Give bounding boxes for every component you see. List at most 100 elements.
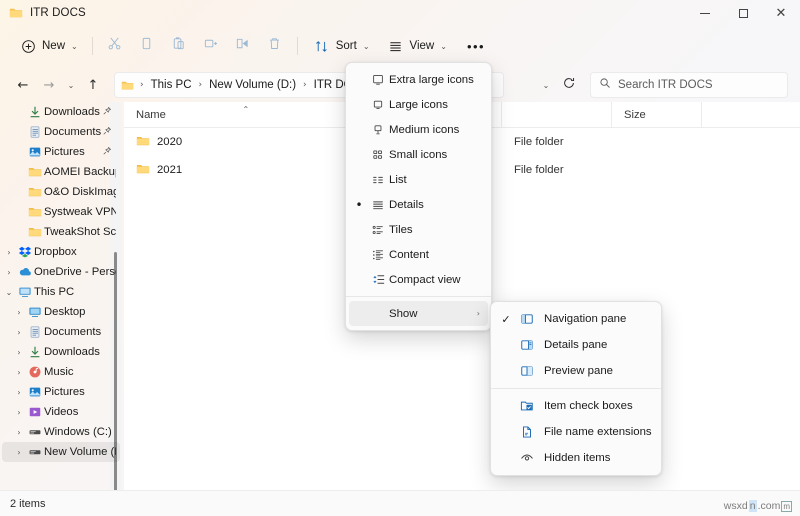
- menu-item-label: Large icons: [389, 98, 448, 111]
- chevron-right-icon[interactable]: ›: [12, 408, 26, 417]
- paste-icon: [171, 36, 186, 56]
- new-button[interactable]: New ⌄: [12, 32, 86, 60]
- menu-item-tiles[interactable]: Tiles: [349, 217, 488, 242]
- forward-button[interactable]: →: [36, 72, 62, 98]
- menu-item-large-icons[interactable]: Large icons: [349, 92, 488, 117]
- view-button-label: View: [409, 40, 435, 52]
- menu-item-list[interactable]: List: [349, 167, 488, 192]
- item-count-label: 2 items: [10, 497, 46, 510]
- view-button[interactable]: View ⌄: [380, 32, 455, 60]
- up-button[interactable]: ↑: [80, 72, 106, 98]
- menu-item-details[interactable]: • Details: [349, 192, 488, 217]
- sidebar-item-onedrive-person[interactable]: › OneDrive - Person: [2, 262, 120, 282]
- sidebar-item-downloads[interactable]: Downloads: [2, 102, 120, 122]
- sidebar-item-systweak-vpn[interactable]: Systweak VPN: [2, 202, 120, 222]
- breadcrumb-item-new-volume[interactable]: New Volume (D:): [205, 77, 300, 93]
- sidebar-item-dropbox[interactable]: › Dropbox: [2, 242, 120, 262]
- sidebar-item-new-volume-d[interactable]: › New Volume (D:: [2, 442, 120, 462]
- share-button[interactable]: [227, 32, 259, 60]
- chevron-right-icon[interactable]: ›: [12, 428, 26, 437]
- copy-button[interactable]: [131, 32, 163, 60]
- sort-button-label: Sort: [335, 40, 357, 52]
- menu-item-preview-pane[interactable]: Preview pane: [494, 358, 658, 384]
- search-input[interactable]: Search ITR DOCS: [590, 72, 788, 98]
- sidebar-item-music[interactable]: › Music: [2, 362, 120, 382]
- cut-button[interactable]: [99, 32, 131, 60]
- pin-icon[interactable]: [102, 106, 112, 118]
- chevron-right-icon[interactable]: ›: [12, 308, 26, 317]
- menu-item-medium-icons[interactable]: Medium icons: [349, 117, 488, 142]
- chevron-right-icon[interactable]: ›: [12, 328, 26, 337]
- menu-item-compact-view[interactable]: Compact view: [349, 267, 488, 292]
- small-icons-icon: [367, 148, 389, 162]
- view-dropdown-menu: Extra large icons Large icons Medium icons…: [345, 62, 492, 331]
- chevron-right-icon[interactable]: ›: [12, 448, 26, 457]
- breadcrumb-item-this-pc[interactable]: This PC: [147, 77, 196, 93]
- sidebar-item-pictures[interactable]: Pictures: [2, 142, 120, 162]
- pin-icon[interactable]: [102, 126, 112, 138]
- size-cell: [612, 128, 702, 156]
- sort-button[interactable]: Sort ⌄: [306, 32, 378, 60]
- navigation-pane: Downloads Documents Pictures AOMEI Backupp O…: [0, 102, 124, 490]
- rename-button[interactable]: [195, 32, 227, 60]
- menu-item-content[interactable]: Content: [349, 242, 488, 267]
- menu-item-small-icons[interactable]: Small icons: [349, 142, 488, 167]
- hidden-items-icon: [516, 451, 538, 465]
- extra-large-icons-icon: [367, 73, 389, 87]
- sidebar-item-o-o-diskimage[interactable]: O&O DiskImage: [2, 182, 120, 202]
- sidebar-item-documents[interactable]: Documents: [2, 122, 120, 142]
- maximize-button[interactable]: [724, 0, 762, 26]
- chevron-down-icon[interactable]: ⌄: [2, 288, 16, 297]
- sidebar-item-downloads[interactable]: › Downloads: [2, 342, 120, 362]
- sidebar-item-desktop[interactable]: › Desktop: [2, 302, 120, 322]
- refresh-button[interactable]: [556, 72, 582, 98]
- column-header-name[interactable]: Name ⌃: [124, 101, 362, 128]
- menu-item-show-label: Show: [389, 307, 418, 320]
- watermark-highlight: n: [748, 500, 757, 512]
- menu-item-show[interactable]: Show ›: [349, 301, 488, 326]
- pictures-icon: [26, 145, 44, 159]
- sidebar-item-label: OneDrive - Person: [34, 266, 116, 278]
- more-options-button[interactable]: •••: [459, 32, 493, 60]
- chevron-right-icon[interactable]: ›: [12, 388, 26, 397]
- sidebar-item-documents[interactable]: › Documents: [2, 322, 120, 342]
- column-header-size[interactable]: Size: [612, 101, 702, 128]
- thispc-icon: [16, 285, 34, 299]
- scissors-icon: [107, 36, 122, 56]
- menu-item-extra-large-icons[interactable]: Extra large icons: [349, 67, 488, 92]
- pin-icon[interactable]: [102, 146, 112, 158]
- close-button[interactable]: ✕: [762, 0, 800, 26]
- chevron-right-icon[interactable]: ›: [2, 268, 16, 277]
- menu-item-item-check-boxes[interactable]: Item check boxes: [494, 393, 658, 419]
- menu-item-hidden-items[interactable]: Hidden items: [494, 445, 658, 471]
- sidebar-item-label: Downloads: [44, 106, 100, 118]
- menu-item-file-name-extensions[interactable]: File name extensions: [494, 419, 658, 445]
- chevron-right-icon[interactable]: ›: [12, 368, 26, 377]
- medium-icons-icon: [367, 123, 389, 137]
- sidebar-item-windows-c[interactable]: › Windows (C:): [2, 422, 120, 442]
- chevron-right-icon[interactable]: ›: [2, 248, 16, 257]
- sidebar-item-tweakshot-scree[interactable]: TweakShot Scree: [2, 222, 120, 242]
- selected-bullet-icon: •: [355, 197, 363, 212]
- menu-item-label: Item check boxes: [544, 400, 633, 412]
- drive-icon: [26, 445, 44, 459]
- sidebar-item-list: Downloads Documents Pictures AOMEI Backupp O…: [0, 102, 124, 462]
- toolbar-divider-1: [91, 37, 93, 55]
- chevron-down-icon: ⌄: [542, 80, 550, 90]
- toolbar-divider-2: [296, 37, 298, 55]
- recent-locations-button[interactable]: ⌄: [62, 72, 80, 98]
- sidebar-item-pictures[interactable]: › Pictures: [2, 382, 120, 402]
- minimize-button[interactable]: [686, 0, 724, 26]
- address-dropdown-button[interactable]: ⌄: [536, 72, 556, 98]
- chevron-right-icon[interactable]: ›: [12, 348, 26, 357]
- back-button[interactable]: ←: [10, 72, 36, 98]
- sidebar-item-videos[interactable]: › Videos: [2, 402, 120, 422]
- sidebar-item-this-pc[interactable]: ⌄ This PC: [2, 282, 120, 302]
- delete-button[interactable]: [259, 32, 291, 60]
- menu-item-navigation-pane[interactable]: ✓ Navigation pane: [494, 306, 658, 332]
- paste-button[interactable]: [163, 32, 195, 60]
- column-header-type[interactable]: [502, 101, 612, 128]
- menu-item-details-pane[interactable]: Details pane: [494, 332, 658, 358]
- file-name-cell: 2021: [124, 156, 362, 184]
- sidebar-item-aomei-backupp[interactable]: AOMEI Backupp: [2, 162, 120, 182]
